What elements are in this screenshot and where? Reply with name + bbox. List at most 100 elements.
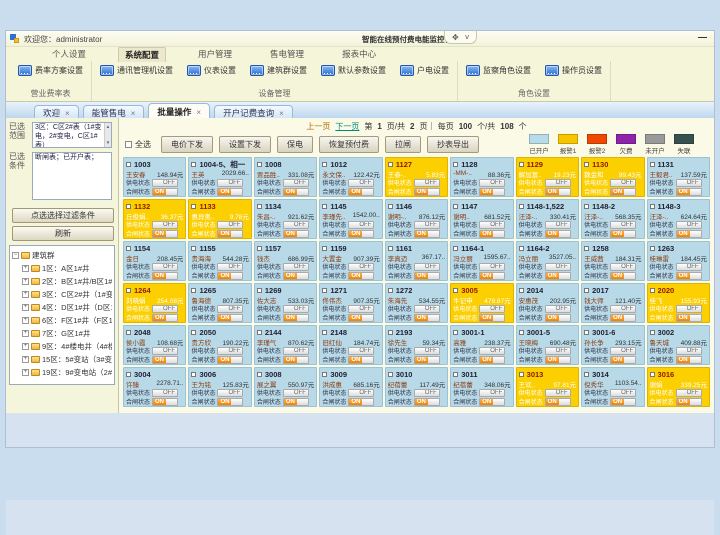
close-tab-icon[interactable]: × bbox=[196, 108, 201, 117]
status-toggle[interactable]: OFF bbox=[217, 389, 243, 397]
status-toggle[interactable]: ON bbox=[676, 314, 702, 322]
meter-card[interactable]: 2014安惠茂202.95元供电状态OFF合闸状态ON bbox=[516, 283, 579, 323]
next-page-link[interactable]: 下一页 bbox=[335, 121, 359, 132]
card-checkbox[interactable] bbox=[453, 246, 458, 251]
status-toggle[interactable]: OFF bbox=[545, 179, 571, 187]
toolbar-button-1[interactable]: 设置下发 bbox=[219, 136, 271, 153]
close-tab-icon[interactable]: × bbox=[131, 109, 136, 118]
status-toggle[interactable]: OFF bbox=[676, 263, 702, 271]
minimize-icon[interactable]: — bbox=[698, 32, 707, 42]
status-toggle[interactable]: OFF bbox=[414, 179, 440, 187]
status-toggle[interactable]: OFF bbox=[152, 221, 178, 229]
card-checkbox[interactable] bbox=[191, 288, 196, 293]
meter-card[interactable]: 1129解加富..19.23元供电状态OFF合闸状态ON bbox=[516, 157, 579, 197]
menu-item-0[interactable]: 个人设置 bbox=[46, 47, 92, 61]
card-checkbox[interactable] bbox=[322, 372, 327, 377]
ribbon-button[interactable]: 费率方案设置 bbox=[16, 64, 85, 77]
card-checkbox[interactable] bbox=[650, 330, 655, 335]
status-toggle[interactable]: OFF bbox=[610, 305, 636, 313]
status-toggle[interactable]: ON bbox=[283, 356, 309, 364]
status-toggle[interactable]: ON bbox=[152, 398, 178, 406]
card-checkbox[interactable] bbox=[257, 288, 262, 293]
ribbon-button[interactable]: 通讯管理机设置 bbox=[98, 64, 175, 77]
card-checkbox[interactable] bbox=[191, 204, 196, 209]
meter-card[interactable]: 3001-6孙长争293.15元供电状态OFF合闸状态ON bbox=[581, 325, 644, 365]
meter-card[interactable]: 3004许臻2278.71..供电状态OFF合闸状态ON bbox=[123, 367, 186, 407]
status-toggle[interactable]: ON bbox=[414, 188, 440, 196]
meter-card[interactable]: 1269佐大志533.03元供电状态OFF合闸状态ON bbox=[254, 283, 317, 323]
card-checkbox[interactable] bbox=[322, 204, 327, 209]
scroll-down-icon[interactable]: ▼ bbox=[106, 140, 110, 146]
status-toggle[interactable]: ON bbox=[217, 272, 243, 280]
menu-item-4[interactable]: 报表中心 bbox=[336, 47, 382, 61]
status-toggle[interactable]: ON bbox=[348, 356, 374, 364]
card-checkbox[interactable] bbox=[191, 372, 196, 377]
close-tab-icon[interactable]: × bbox=[65, 109, 70, 118]
ribbon-button[interactable]: 仪表设置 bbox=[185, 64, 238, 77]
status-toggle[interactable]: OFF bbox=[479, 389, 505, 397]
status-toggle[interactable]: OFF bbox=[545, 221, 571, 229]
meter-card[interactable]: 1127王春-..5.83元供电状态OFF合闸状态ON bbox=[385, 157, 448, 197]
status-toggle[interactable]: OFF bbox=[152, 347, 178, 355]
meter-card[interactable]: 1145李瑾先..1542.00..供电状态OFF合闸状态ON bbox=[319, 199, 382, 239]
card-checkbox[interactable] bbox=[388, 372, 393, 377]
meter-card[interactable]: 1008贾品胜..331.08元供电状态OFF合闸状态ON bbox=[254, 157, 317, 197]
card-checkbox[interactable] bbox=[257, 204, 262, 209]
status-toggle[interactable]: ON bbox=[545, 230, 571, 238]
meter-card[interactable]: 1271佟伟杰907.35元供电状态OFF合闸状态ON bbox=[319, 283, 382, 323]
card-checkbox[interactable] bbox=[453, 288, 458, 293]
meter-card[interactable]: 1012永文保..122.42元供电状态OFF合闸状态ON bbox=[319, 157, 382, 197]
status-toggle[interactable]: OFF bbox=[610, 221, 636, 229]
status-toggle[interactable]: ON bbox=[610, 314, 636, 322]
card-checkbox[interactable] bbox=[388, 162, 393, 167]
card-checkbox[interactable] bbox=[126, 330, 131, 335]
status-toggle[interactable]: OFF bbox=[610, 179, 636, 187]
status-toggle[interactable]: OFF bbox=[152, 305, 178, 313]
card-checkbox[interactable] bbox=[650, 288, 655, 293]
status-toggle[interactable]: OFF bbox=[217, 221, 243, 229]
expand-node-icon[interactable]: + bbox=[22, 265, 29, 272]
status-toggle[interactable]: OFF bbox=[610, 263, 636, 271]
meter-card[interactable]: 1147谢明..681.52元供电状态OFF合闸状态ON bbox=[450, 199, 513, 239]
card-checkbox[interactable] bbox=[322, 162, 327, 167]
status-toggle[interactable]: ON bbox=[479, 230, 505, 238]
card-checkbox[interactable] bbox=[191, 246, 196, 251]
card-checkbox[interactable] bbox=[519, 288, 524, 293]
ribbon-button[interactable]: 操作员设置 bbox=[543, 64, 604, 77]
card-checkbox[interactable] bbox=[453, 330, 458, 335]
status-toggle[interactable]: ON bbox=[217, 230, 243, 238]
card-checkbox[interactable] bbox=[388, 246, 393, 251]
status-toggle[interactable]: ON bbox=[283, 230, 309, 238]
scrollbar[interactable]: ▲▼ bbox=[104, 123, 111, 147]
scope-box[interactable]: 3区：C区2#表（1#变电，2#变电，C区1#表） ▲▼ bbox=[32, 122, 112, 148]
status-toggle[interactable]: OFF bbox=[479, 263, 505, 271]
status-toggle[interactable]: ON bbox=[676, 356, 702, 364]
status-toggle[interactable]: ON bbox=[414, 272, 440, 280]
meter-card[interactable]: 1148-3汪泽-..624.64元供电状态OFF合闸状态ON bbox=[647, 199, 710, 239]
card-checkbox[interactable] bbox=[257, 330, 262, 335]
menu-item-2[interactable]: 用户管理 bbox=[192, 47, 238, 61]
status-toggle[interactable]: ON bbox=[152, 314, 178, 322]
card-checkbox[interactable] bbox=[650, 372, 655, 377]
expand-node-icon[interactable]: + bbox=[22, 343, 29, 350]
meter-card[interactable]: 1132丘俊娟..36.37元供电状态OFF合闸状态ON bbox=[123, 199, 186, 239]
filter-button[interactable]: 点选选择过滤条件 bbox=[12, 208, 114, 223]
status-toggle[interactable]: ON bbox=[545, 314, 571, 322]
meter-card[interactable]: 2148旧红仙184.74元供电状态OFF合闸状态ON bbox=[319, 325, 382, 365]
status-toggle[interactable]: ON bbox=[348, 272, 374, 280]
meter-card[interactable]: 1130魏金和99.43元供电状态OFF合闸状态ON bbox=[581, 157, 644, 197]
status-toggle[interactable]: OFF bbox=[610, 347, 636, 355]
meter-card[interactable]: 3011纪蓓蕾348.06元供电状态OFF合闸状态ON bbox=[450, 367, 513, 407]
meter-card[interactable]: 1265鲁海德807.35元供电状态OFF合闸状态ON bbox=[188, 283, 251, 323]
scroll-up-icon[interactable]: ▲ bbox=[106, 124, 110, 130]
status-toggle[interactable]: OFF bbox=[348, 389, 374, 397]
meter-card[interactable]: 1155贵海海544.28元供电状态OFF合闸状态ON bbox=[188, 241, 251, 281]
card-checkbox[interactable] bbox=[322, 246, 327, 251]
status-toggle[interactable]: OFF bbox=[545, 347, 571, 355]
status-toggle[interactable]: ON bbox=[545, 398, 571, 406]
card-checkbox[interactable] bbox=[126, 204, 131, 209]
meter-card[interactable]: 1159大置金907.39元供电状态OFF合闸状态ON bbox=[319, 241, 382, 281]
meter-card[interactable]: 3009洪成惠685.16元供电状态OFF合闸状态ON bbox=[319, 367, 382, 407]
tree-item-1[interactable]: +2区：B区1#井/B区1#井 bbox=[12, 275, 112, 288]
status-toggle[interactable]: OFF bbox=[414, 347, 440, 355]
